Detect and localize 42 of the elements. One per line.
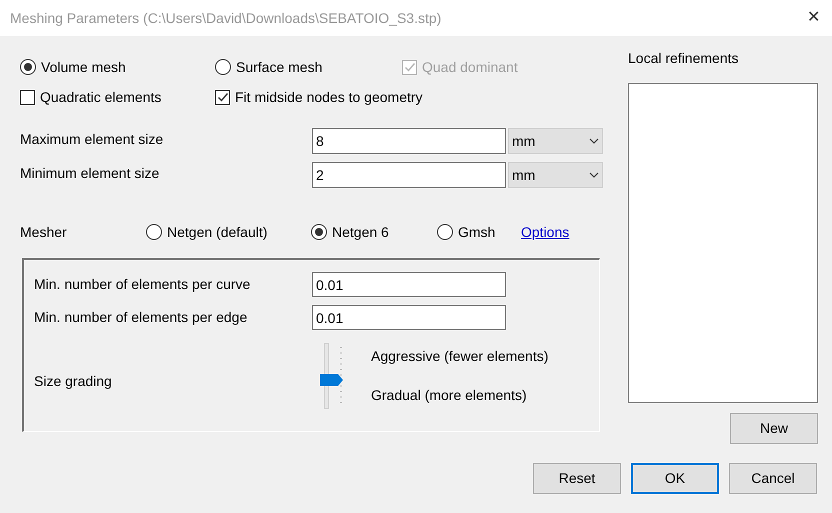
close-button[interactable]: ✕	[807, 6, 820, 30]
checkbox-box[interactable]	[20, 90, 35, 104]
tick-marks-icon	[340, 347, 342, 405]
unit-dropdown[interactable]: mm	[508, 162, 603, 188]
radio-empty-icon[interactable]	[437, 224, 453, 240]
input-field[interactable]: 0.01	[312, 305, 506, 330]
window-title: Meshing Parameters (C:\Users\David\Downloads\SEBATOIO_S3.stp)	[10, 8, 442, 28]
slider-thumb[interactable]	[320, 374, 344, 386]
input-field[interactable]: 0.01	[312, 272, 506, 297]
radio-button[interactable]: Gmsh	[437, 222, 521, 242]
input-field[interactable]: 2	[312, 162, 506, 188]
field-label: Minimum element size	[20, 164, 160, 182]
radio-button[interactable]: Surface mesh	[215, 56, 402, 78]
field-label: Mesher	[20, 222, 68, 242]
field-label: Size grading	[34, 372, 113, 391]
field-label: Maximum element size	[20, 130, 164, 148]
radio-selected-icon[interactable]	[20, 59, 36, 75]
field-label: Min. number of elements per edge	[34, 308, 248, 327]
chevron-down-icon	[589, 172, 599, 178]
dialog-button[interactable]: OK	[631, 463, 719, 494]
checkbox[interactable]: Fit midside nodes to geometry	[215, 86, 423, 108]
slider-label: Gradual (more elements)	[371, 386, 528, 405]
chevron-down-icon	[589, 138, 599, 144]
checkmark-icon	[216, 91, 228, 103]
slider-label: Aggressive (fewer elements)	[371, 347, 548, 366]
radio-selected-icon[interactable]	[311, 224, 327, 240]
radio-button[interactable]: Netgen (default)	[146, 222, 311, 242]
input-field[interactable]: 8	[312, 128, 506, 154]
field-label: Min. number of elements per curve	[34, 275, 252, 294]
unit-dropdown[interactable]: mm	[508, 128, 603, 154]
checkmark-icon	[404, 61, 416, 73]
radio-button[interactable]: Volume mesh	[20, 56, 215, 78]
radio-empty-icon[interactable]	[146, 224, 162, 240]
section-title: Local refinements	[628, 49, 740, 68]
checkbox[interactable]: Quadratic elements	[20, 86, 215, 108]
options-link[interactable]: Options	[521, 222, 570, 242]
dialog-button[interactable]: New	[730, 413, 818, 444]
dialog-button[interactable]: Cancel	[729, 463, 817, 494]
radio-empty-icon[interactable]	[215, 59, 231, 75]
radio-button[interactable]: Netgen 6	[311, 222, 437, 242]
checkbox-box[interactable]	[215, 90, 230, 104]
dialog-button[interactable]: Reset	[533, 463, 621, 494]
